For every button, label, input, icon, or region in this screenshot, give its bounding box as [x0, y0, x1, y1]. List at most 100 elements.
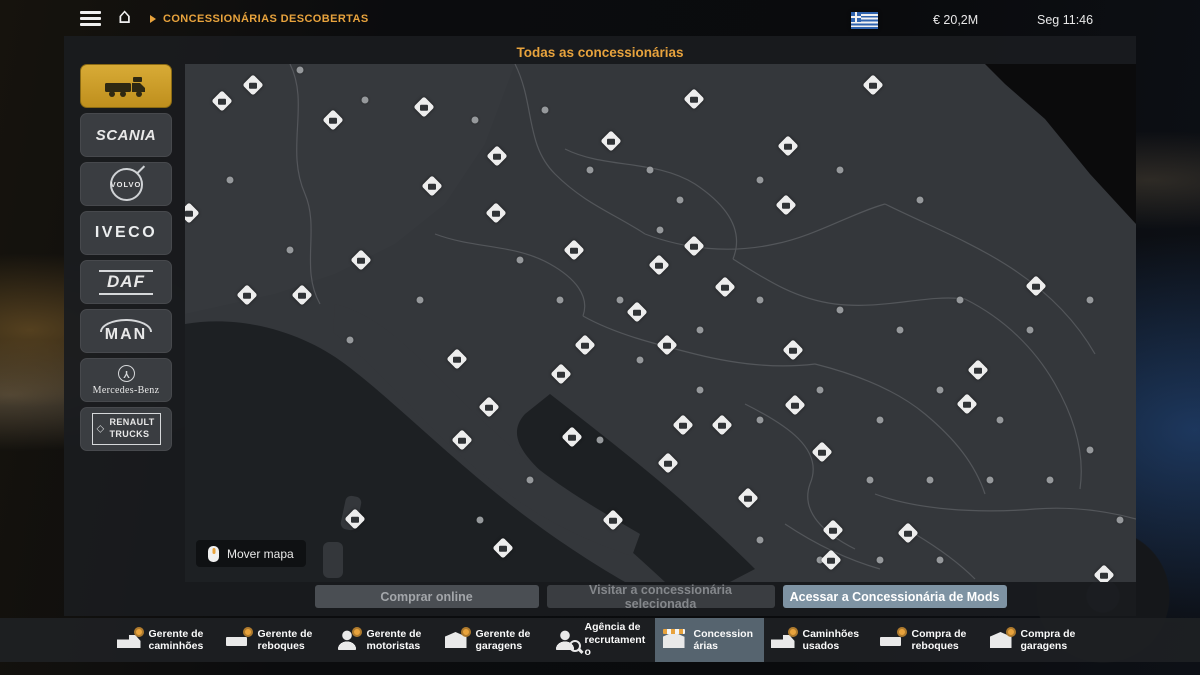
dealer-truck-glyph: [1100, 572, 1108, 578]
brand-filter-all[interactable]: [80, 64, 172, 108]
used-trucks-icon: [770, 628, 796, 652]
bottom-toolbar: Gerente de caminhões Gerente de reboques…: [0, 618, 1200, 662]
dealer-truck-glyph: [827, 557, 835, 563]
city-dot: [1027, 327, 1034, 334]
greece-flag-icon: [851, 12, 878, 29]
brand-filter-button[interactable]: MAN: [80, 309, 172, 353]
city-dot: [837, 307, 844, 314]
city-dot: [362, 97, 369, 104]
city-dot: [417, 297, 424, 304]
city-dot: [937, 557, 944, 564]
dealer-truck-glyph: [690, 96, 698, 102]
garage-manager-icon: [443, 628, 469, 652]
toolbar-item-label: Compra de garagens: [1021, 628, 1085, 653]
city-dot: [697, 387, 704, 394]
truck-icon: [103, 73, 149, 99]
brand-logo: RENAULT TRUCKS: [92, 413, 161, 444]
toolbar-item[interactable]: Compra de garagens: [982, 618, 1091, 662]
toolbar-item[interactable]: Compra de reboques: [873, 618, 982, 662]
city-dot: [287, 247, 294, 254]
mods-dealer-button[interactable]: Acessar a Concessionária de Mods: [783, 585, 1007, 608]
city-dot: [227, 177, 234, 184]
city-dot: [697, 327, 704, 334]
brand-filter-button[interactable]: IVECO: [80, 211, 172, 255]
dealer-truck-glyph: [609, 517, 617, 523]
toolbar-item[interactable]: Caminhões usados: [764, 618, 873, 662]
toolbar-item-label: Gerente de garagens: [476, 628, 540, 653]
toolbar-item[interactable]: Gerente de motoristas: [328, 618, 437, 662]
dealer-truck-glyph: [298, 292, 306, 298]
city-dot: [637, 357, 644, 364]
map[interactable]: Mover mapa: [185, 64, 1136, 582]
city-dot: [677, 197, 684, 204]
brand-filter-button[interactable]: RENAULT TRUCKS: [80, 407, 172, 451]
city-dot: [517, 257, 524, 264]
city-dot: [1087, 297, 1094, 304]
city-dot: [757, 417, 764, 424]
icon-accent: [788, 627, 798, 637]
toolbar-item-label: Gerente de reboques: [258, 628, 322, 653]
brand-logo: VOLVO: [110, 168, 143, 201]
city-dot: [557, 297, 564, 304]
breadcrumb[interactable]: CONCESSIONÁRIAS DESCOBERTAS: [150, 13, 369, 25]
dealer-truck-glyph: [570, 247, 578, 253]
toolbar-item[interactable]: Gerente de reboques: [219, 618, 328, 662]
city-dot: [657, 227, 664, 234]
dealer-truck-glyph: [784, 143, 792, 149]
brand-filter-button[interactable]: SCANIA: [80, 113, 172, 157]
dealer-truck-glyph: [218, 98, 226, 104]
move-map-hint: Mover mapa: [196, 540, 306, 567]
dealer-truck-glyph: [1032, 283, 1040, 289]
dealer-truck-glyph: [963, 401, 971, 407]
brand-filter-button[interactable]: VOLVO: [80, 162, 172, 206]
brand-filter-button[interactable]: Mercedes-Benz: [80, 358, 172, 402]
toolbar-item-label: Agência de recrutamento: [585, 621, 649, 658]
dealer-truck-glyph: [791, 402, 799, 408]
dealer-truck-glyph: [655, 262, 663, 268]
toolbar-item[interactable]: Concessionárias: [655, 618, 764, 662]
dealer-truck-glyph: [744, 495, 752, 501]
dealer-truck-glyph: [782, 202, 790, 208]
dealer-truck-glyph: [458, 437, 466, 443]
toolbar-item-label: Compra de reboques: [912, 628, 976, 653]
driver-manager-icon: [334, 628, 360, 652]
home-icon[interactable]: [118, 4, 140, 28]
icon-accent: [352, 627, 362, 637]
toolbar-item-label: Gerente de caminhões: [149, 628, 213, 653]
topbar: CONCESSIONÁRIAS DESCOBERTAS € 20,2M Seg …: [0, 0, 1200, 36]
city-dot: [757, 537, 764, 544]
dealer-truck-glyph: [243, 292, 251, 298]
toolbar-item[interactable]: Gerente de caminhões: [110, 618, 219, 662]
icon-accent: [663, 629, 685, 634]
city-dot: [917, 197, 924, 204]
garage-purchase-icon: [988, 628, 1014, 652]
dealer-truck-glyph: [557, 371, 565, 377]
toolbar-item[interactable]: Gerente de garagens: [437, 618, 546, 662]
brand-filter-button[interactable]: DAF: [80, 260, 172, 304]
visit-dealer-button[interactable]: Visitar a concessionária selecionada: [547, 585, 775, 608]
dealer-truck-glyph: [485, 404, 493, 410]
dealer-truck-glyph: [493, 153, 501, 159]
time-display: Seg 11:46: [1037, 13, 1093, 27]
toolbar-item[interactable]: Agência de recrutamento: [546, 618, 655, 662]
buy-online-button[interactable]: Comprar online: [315, 585, 539, 608]
dealer-truck-glyph: [904, 530, 912, 536]
city-dot: [617, 297, 624, 304]
dealer-truck-glyph: [492, 210, 500, 216]
dealer-truck-glyph: [581, 342, 589, 348]
dealer-truck-glyph: [249, 82, 257, 88]
city-dot: [1047, 477, 1054, 484]
icon-accent: [569, 640, 581, 652]
dealer-truck-glyph: [818, 449, 826, 455]
menu-icon[interactable]: [80, 11, 101, 29]
chevron-right-icon: [150, 15, 156, 23]
city-dot: [542, 107, 549, 114]
trailer-manager-icon: [225, 628, 251, 652]
city-dot: [477, 517, 484, 524]
dealer-truck-glyph: [663, 342, 671, 348]
panel-title: Todas as concessionárias: [64, 45, 1136, 60]
dealer-truck-glyph: [357, 257, 365, 263]
dealer-truck-glyph: [420, 104, 428, 110]
dealer-truck-glyph: [679, 422, 687, 428]
move-map-label: Mover mapa: [227, 547, 294, 561]
